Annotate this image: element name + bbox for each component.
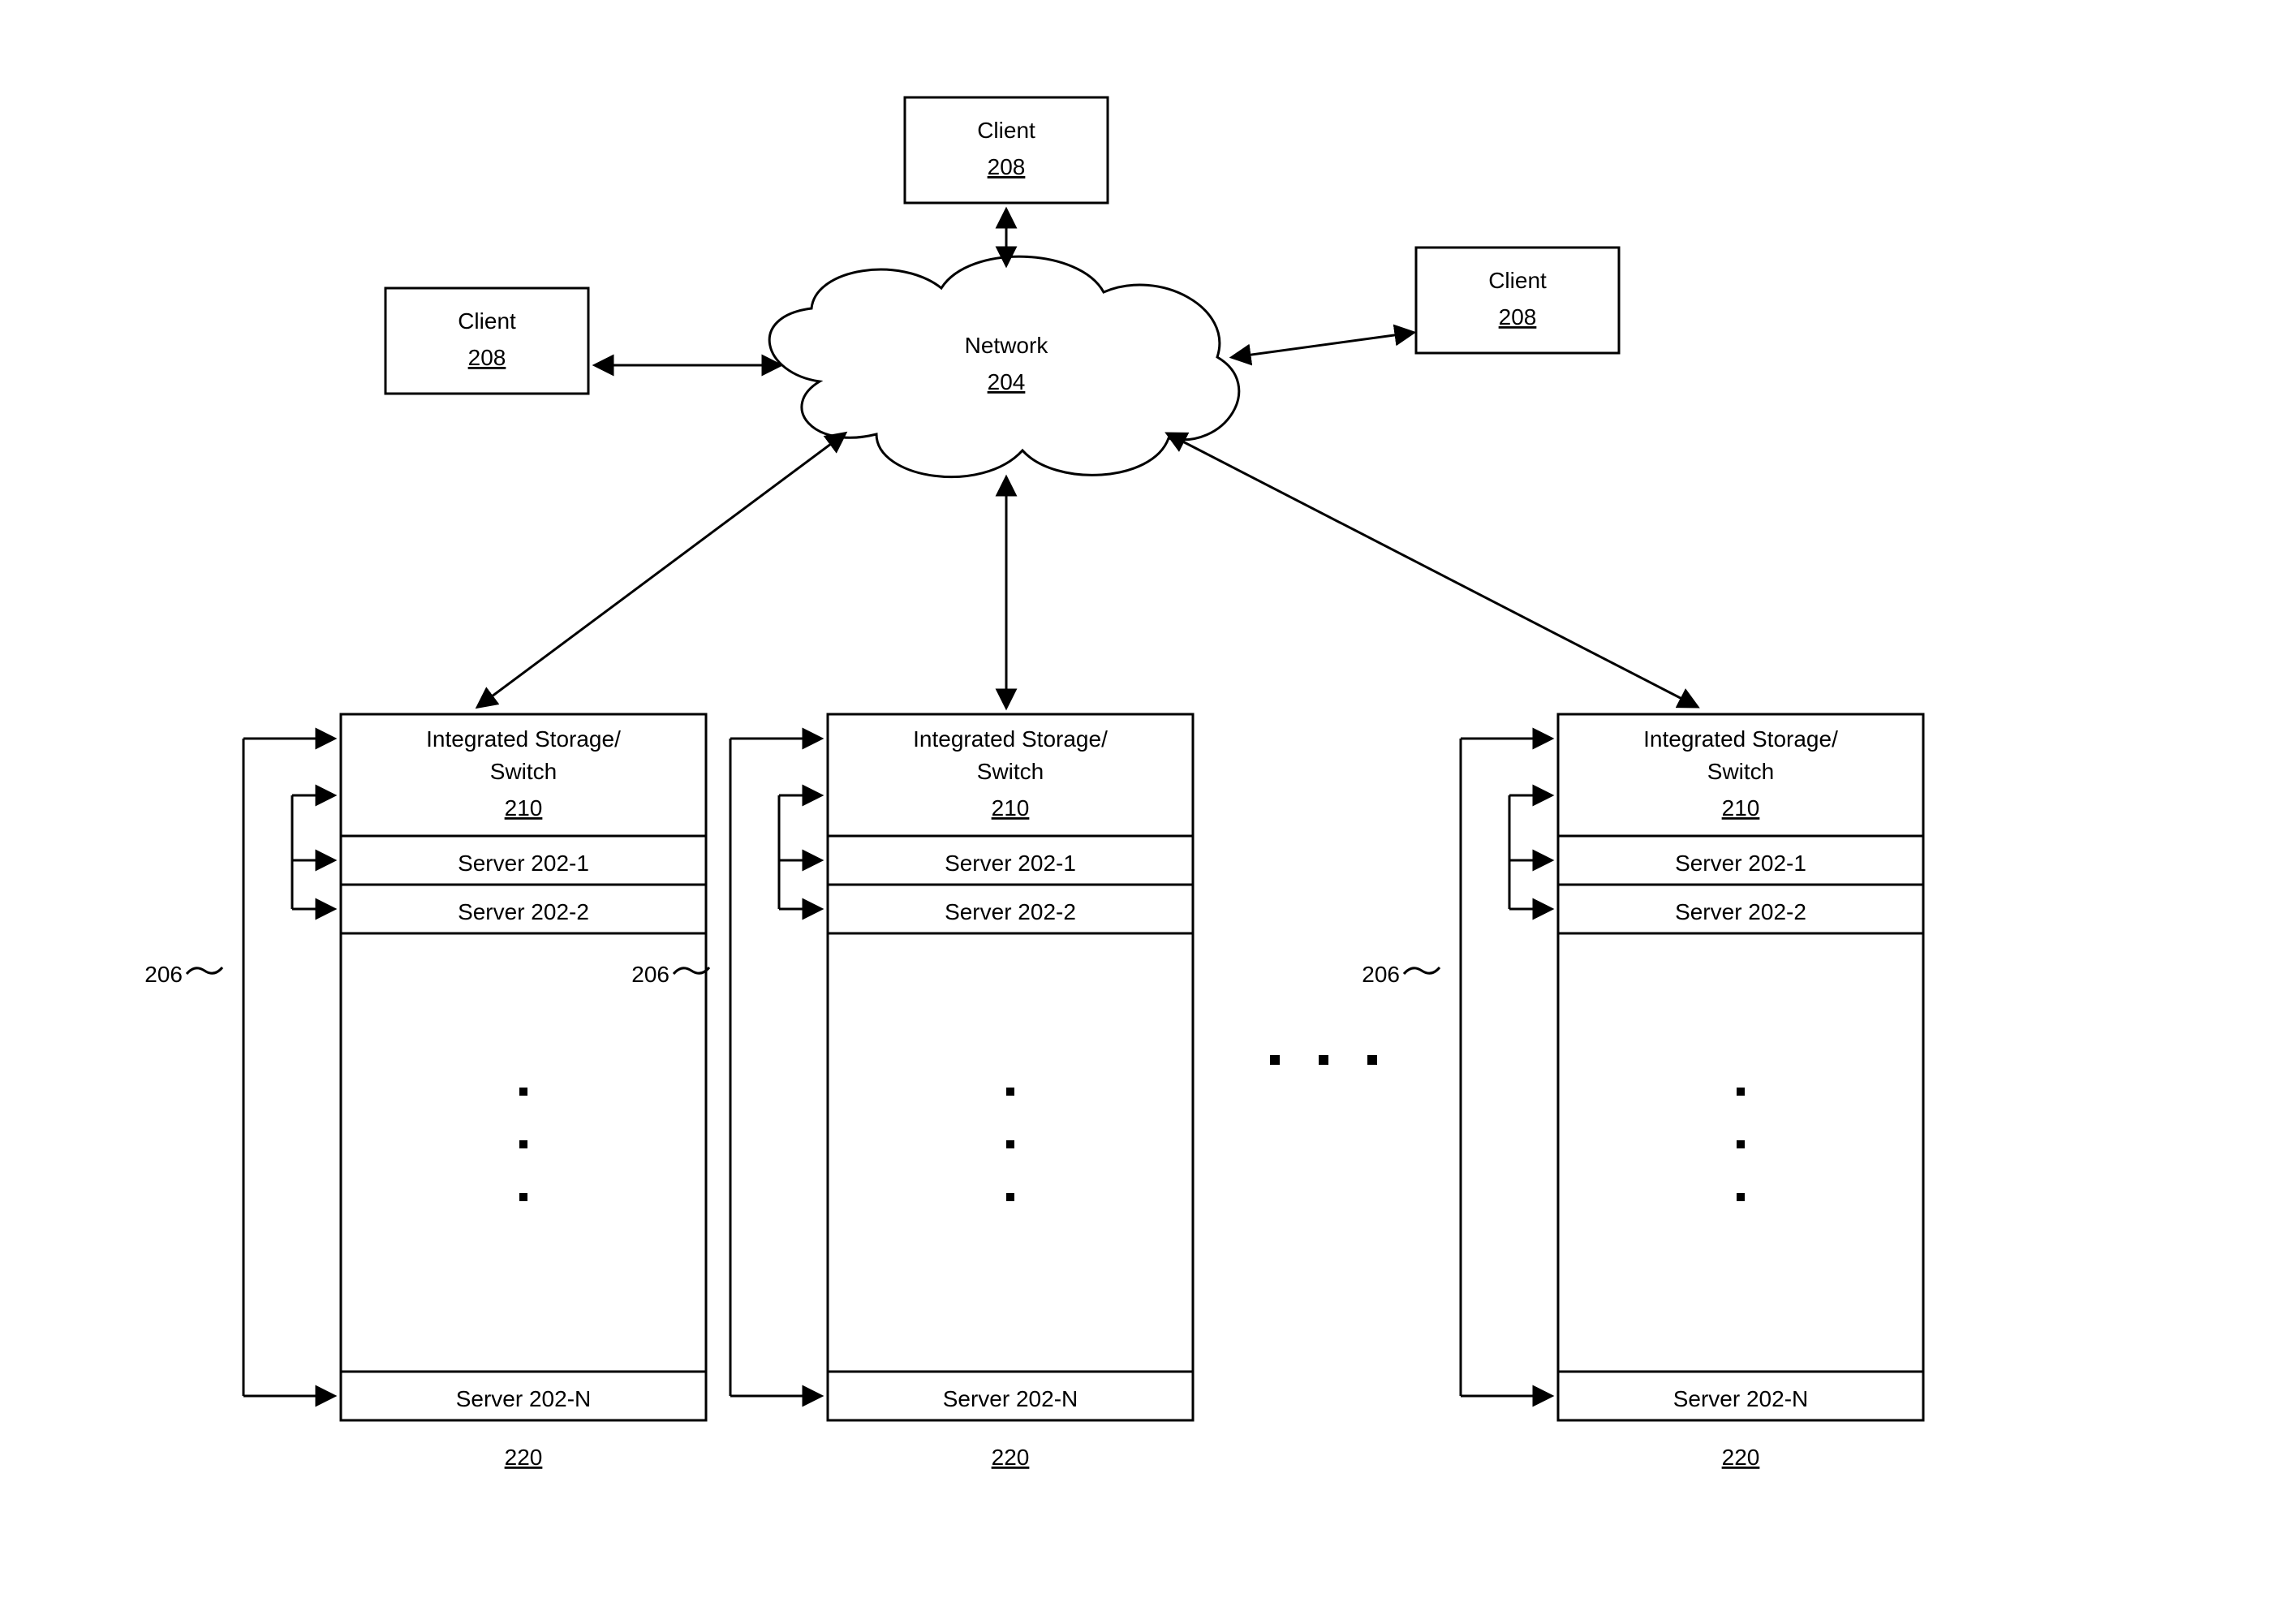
client-network-link xyxy=(1233,333,1412,357)
switch-label: Switch xyxy=(490,759,557,784)
client-left: Client 208 xyxy=(385,288,588,394)
server-rack: Integrated Storage/ Switch 210 Server 20… xyxy=(144,714,706,1470)
server-rack-3 xyxy=(1362,714,1923,1470)
bus-bracket xyxy=(243,739,333,1396)
ellipsis-icon xyxy=(519,1193,527,1201)
rack-network-link xyxy=(479,434,844,706)
rack-network-link xyxy=(1169,434,1696,706)
network-cloud: Network 204 xyxy=(769,256,1239,476)
ellipsis-icon xyxy=(519,1140,527,1148)
bus-ref: 206 xyxy=(144,962,183,987)
ellipsis-icon xyxy=(519,1088,527,1096)
client-label: Client xyxy=(458,308,516,334)
network-label: Network xyxy=(965,333,1049,358)
client-right: Client 208 xyxy=(1416,248,1619,353)
network-ref: 204 xyxy=(988,369,1026,394)
rack-ref: 220 xyxy=(505,1445,543,1470)
server-2-label: Server 202-2 xyxy=(458,899,589,924)
client-top: Client 208 xyxy=(905,97,1108,203)
switch-ref: 210 xyxy=(505,795,543,821)
client-ref: 208 xyxy=(468,345,506,370)
client-ref: 208 xyxy=(1499,304,1537,330)
client-ref: 208 xyxy=(988,154,1026,179)
server-n-label: Server 202-N xyxy=(456,1386,592,1411)
ellipsis-icon xyxy=(1270,1055,1377,1065)
client-label: Client xyxy=(977,118,1035,143)
server-1-label: Server 202-1 xyxy=(458,851,589,876)
server-rack-2 xyxy=(631,714,1193,1470)
client-label: Client xyxy=(1488,268,1547,293)
integrated-storage-label: Integrated Storage/ xyxy=(426,726,621,752)
leader-tilde-icon xyxy=(187,967,222,974)
